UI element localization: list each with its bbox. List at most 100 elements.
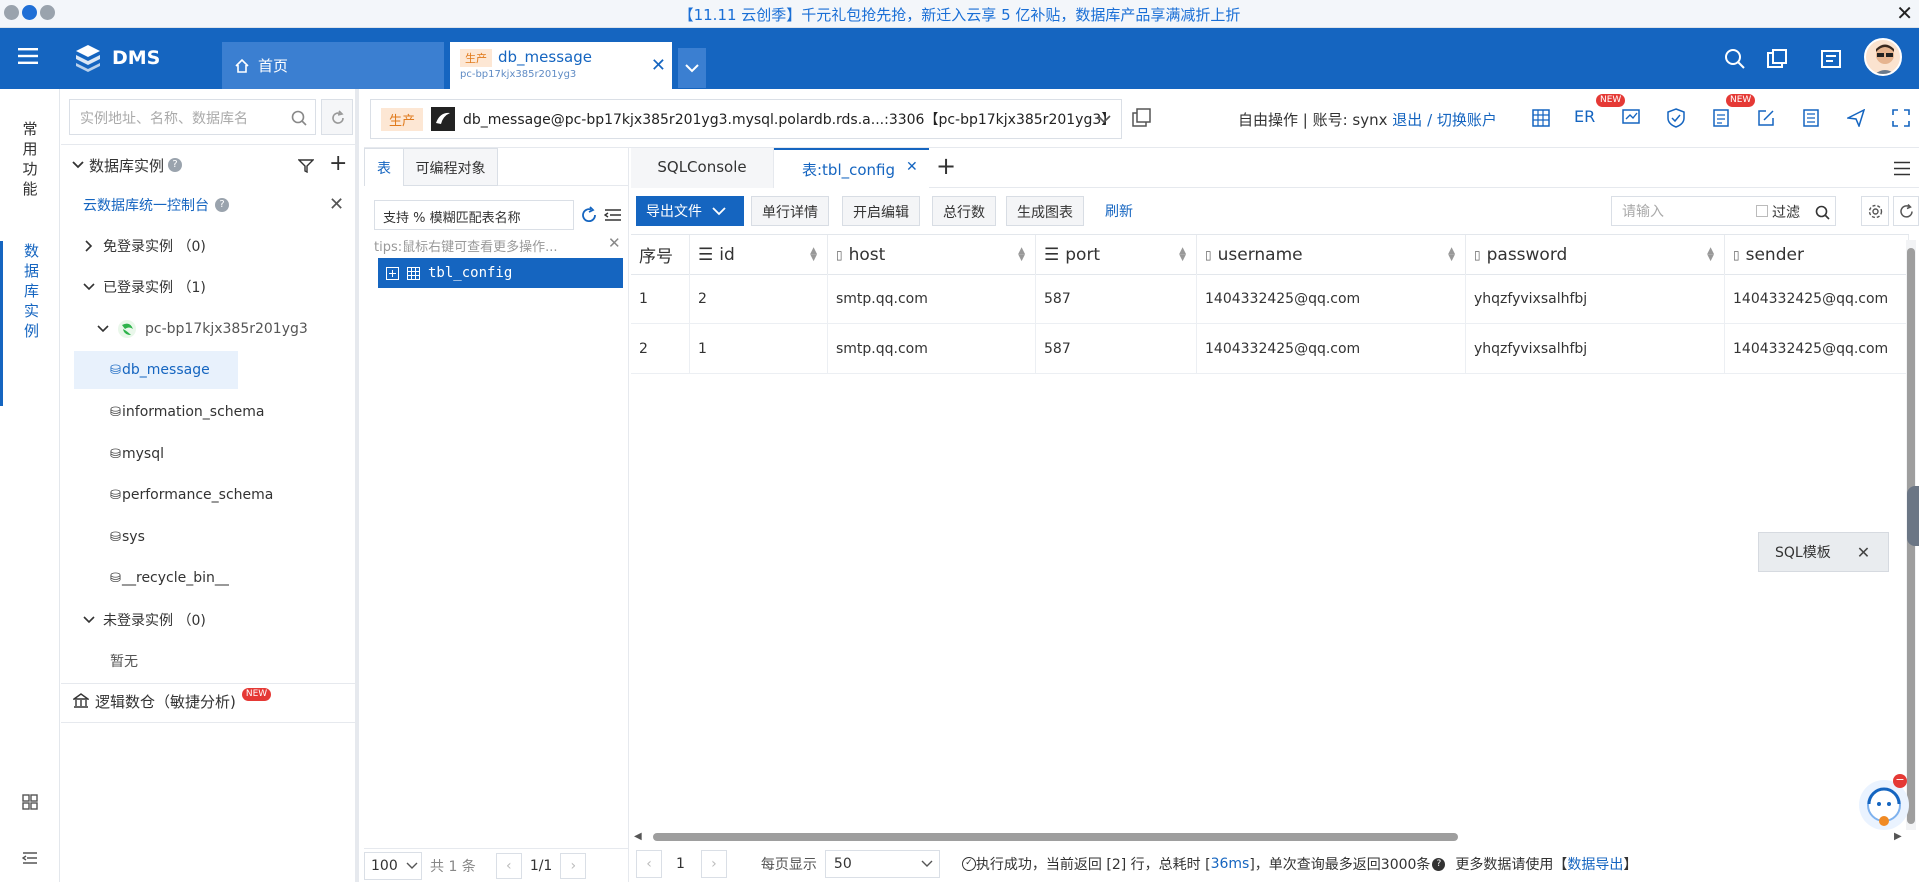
collapse-menu-icon[interactable] (22, 851, 38, 865)
data-export-link[interactable]: 数据导出 (1567, 854, 1623, 874)
cell-host[interactable]: smtp.qq.com (828, 324, 1036, 374)
db-item-information-schema[interactable]: ⛁ information_schema (61, 393, 355, 431)
filter-icon[interactable] (298, 159, 314, 173)
scroll-left-arrow[interactable]: ◀ (634, 831, 642, 842)
scrollbar-thumb[interactable] (653, 833, 1458, 841)
logged-in-group[interactable]: 已登录实例 （1) (61, 268, 355, 306)
cell-id[interactable]: 1 (690, 324, 828, 374)
horizontal-scrollbar[interactable]: ◀ ▶ (631, 831, 1919, 843)
row-detail-button[interactable]: 单行详情 (751, 196, 829, 226)
add-tab-icon[interactable]: + (936, 152, 956, 180)
notes-icon[interactable] (1802, 109, 1820, 127)
column-header-username[interactable]: ▯ username ▲ ▼ (1197, 235, 1466, 275)
tab-db-message[interactable]: 生产 db_message pc-bp17kjx385r201yg3 ✕ (450, 42, 672, 89)
rail-db-instances[interactable]: 数据库实例 (0, 241, 60, 406)
sort-icon[interactable]: ▲ ▼ (1179, 246, 1186, 262)
data-search-input[interactable]: 请输入 过滤 (1611, 196, 1836, 226)
instance-row[interactable]: pc-bp17kjx385r201yg3 (61, 310, 355, 348)
assistant-icon[interactable]: − (1859, 774, 1909, 830)
column-header-sender[interactable]: ▯ sender (1725, 235, 1909, 275)
fullscreen-icon[interactable] (1892, 109, 1910, 127)
settings-button[interactable] (1861, 196, 1889, 226)
db-instances-header[interactable]: 数据库实例 ? + (61, 146, 355, 184)
prev-page-button[interactable]: ‹ (495, 852, 522, 879)
close-icon[interactable]: ✕ (329, 194, 344, 215)
close-icon[interactable]: ✕ (608, 234, 621, 252)
db-item-db-message[interactable]: ⛁ db_message (74, 351, 238, 389)
avatar[interactable] (1864, 38, 1902, 76)
table-row[interactable]: 1 2 smtp.qq.com 587 1404332425@qq.com yh… (631, 274, 1909, 324)
column-header-password[interactable]: ▯ password ▲ ▼ (1466, 235, 1725, 275)
logout-link[interactable]: 退出 (1392, 111, 1422, 129)
expand-plus-icon[interactable] (386, 266, 399, 280)
tab-tbl-config[interactable]: 表:tbl_config ✕ (774, 148, 929, 188)
table-filter-input[interactable]: 支持 % 模糊匹配表名称 (374, 200, 574, 230)
free-login-group[interactable]: 免登录实例 （0) (61, 227, 355, 265)
column-header-host[interactable]: ▯ host ▲ ▼ (828, 235, 1036, 275)
close-icon[interactable]: ✕ (1857, 543, 1870, 562)
reload-button[interactable] (1893, 196, 1919, 226)
table-item-tbl-config[interactable]: tbl_config (378, 258, 623, 288)
next-page-button[interactable]: › (700, 850, 727, 878)
dms-logo[interactable]: DMS (72, 43, 160, 73)
promo-banner-text[interactable]: 【11.11 云创季】千元礼包抢先抢，新迁入云享 5 亿补贴，数据库产品享满减折… (0, 4, 1919, 25)
help-icon[interactable]: ? (215, 198, 229, 212)
side-panel-toggle[interactable] (1907, 486, 1919, 546)
cell-id[interactable]: 2 (690, 274, 828, 324)
db-item-mysql[interactable]: ⛁ mysql (61, 435, 355, 473)
tab-home[interactable]: 首页 (222, 42, 444, 89)
cell-index[interactable]: 2 (631, 324, 690, 374)
page-number[interactable]: 1 (676, 856, 685, 872)
enable-edit-button[interactable]: 开启编辑 (842, 196, 920, 226)
prev-page-button[interactable]: ‹ (636, 850, 662, 878)
sort-icon[interactable]: ▲ ▼ (1018, 246, 1025, 262)
apps-grid-icon[interactable] (22, 794, 38, 810)
copy-icon[interactable] (1132, 108, 1152, 128)
search-icon[interactable] (1815, 205, 1830, 220)
refresh-link[interactable]: 刷新 (1105, 201, 1133, 221)
edit-square-icon[interactable] (1757, 109, 1775, 127)
sort-icon[interactable]: ▲ ▼ (1448, 246, 1455, 262)
cell-host[interactable]: smtp.qq.com (828, 274, 1036, 324)
chart-monitor-icon[interactable] (1622, 109, 1640, 127)
sort-icon[interactable]: ▲ ▼ (1707, 246, 1714, 262)
list-collapse-icon[interactable] (604, 208, 622, 222)
add-instance-icon[interactable]: + (329, 151, 347, 176)
logic-dw-section[interactable]: 逻辑数仓（敏捷分析) NEW (61, 682, 355, 720)
hamburger-menu-icon[interactable] (18, 48, 38, 64)
search-icon[interactable] (291, 110, 307, 126)
search-icon[interactable] (1724, 48, 1746, 70)
cell-index[interactable]: 1 (631, 274, 690, 324)
unified-console-link[interactable]: 云数据库统一控制台 (83, 195, 209, 215)
cell-password[interactable]: yhqzfyvixsalhfbj (1466, 324, 1725, 374)
task-list-icon[interactable] (1820, 48, 1842, 70)
cell-username[interactable]: 1404332425@qq.com (1197, 324, 1466, 374)
document-list-icon[interactable] (1712, 109, 1730, 127)
cell-sender[interactable]: 1404332425@qq.com (1725, 324, 1909, 374)
column-header-port[interactable]: ☰ port ▲ ▼ (1036, 235, 1197, 275)
switch-account-link[interactable]: 切换账户 (1437, 111, 1497, 129)
close-icon[interactable]: ✕ (1896, 3, 1913, 23)
shield-check-icon[interactable] (1667, 108, 1685, 128)
per-page-select[interactable]: 50 (824, 850, 940, 878)
cell-sender[interactable]: 1404332425@qq.com (1725, 274, 1909, 324)
connection-selector[interactable]: 生产 db_message@pc-bp17kjx385r201yg3.mysql… (370, 99, 1122, 139)
refresh-button[interactable] (321, 99, 353, 135)
rail-common-functions[interactable]: 常用功能 (0, 119, 60, 199)
help-icon[interactable]: ? (1432, 857, 1446, 871)
cell-port[interactable]: 587 (1036, 324, 1197, 374)
sql-window-icon[interactable] (1766, 48, 1788, 70)
cell-username[interactable]: 1404332425@qq.com (1197, 274, 1466, 324)
scroll-right-arrow[interactable]: ▶ (1894, 831, 1902, 842)
more-menu-icon[interactable] (1893, 161, 1911, 176)
refresh-icon[interactable] (580, 206, 598, 224)
instance-search-input[interactable]: 实例地址、名称、数据库名 (69, 99, 316, 135)
not-logged-group[interactable]: 未登录实例 （0) (61, 601, 355, 639)
tab-tables[interactable]: 表 (364, 148, 404, 186)
column-header-index[interactable]: 序号 (631, 235, 690, 275)
er-diagram-button[interactable]: ER (1574, 107, 1595, 126)
filter-checkbox[interactable] (1756, 205, 1768, 217)
send-icon[interactable] (1847, 109, 1865, 127)
next-page-button[interactable]: › (560, 852, 587, 879)
cell-port[interactable]: 587 (1036, 274, 1197, 324)
